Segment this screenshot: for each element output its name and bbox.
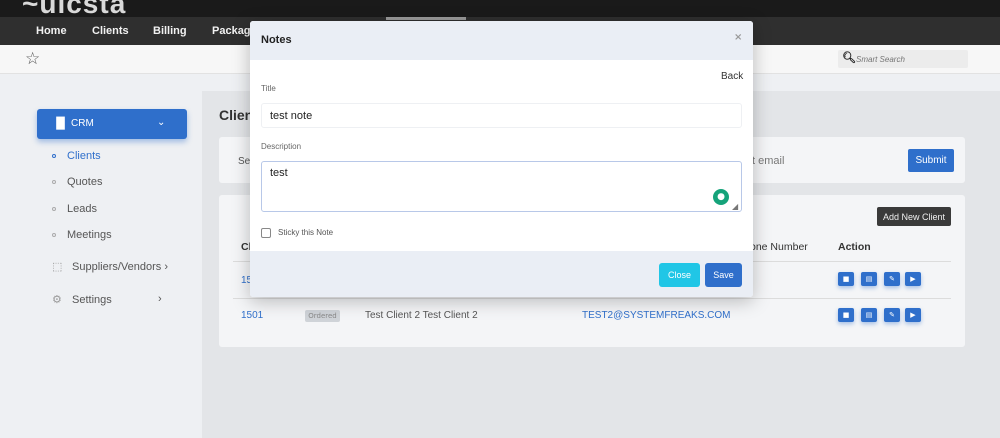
resize-handle-icon[interactable]: ◢ — [732, 202, 738, 211]
description-field[interactable]: test — [261, 161, 742, 212]
save-button[interactable]: Save — [705, 263, 742, 287]
modal-header: Notes × — [250, 21, 753, 60]
grammarly-icon[interactable]: ● — [713, 189, 729, 205]
description-label: Description — [261, 142, 302, 151]
modal-title: Notes — [261, 34, 292, 46]
sticky-label: Sticky this Note — [278, 228, 334, 237]
title-label: Title — [261, 84, 276, 93]
close-icon[interactable]: × — [734, 32, 742, 43]
close-button[interactable]: Close — [659, 263, 700, 287]
notes-modal: Notes × Back Title Description test ● ◢ … — [250, 21, 753, 297]
sticky-checkbox[interactable] — [261, 228, 271, 238]
title-field[interactable] — [261, 103, 742, 128]
back-link[interactable]: Back — [721, 71, 743, 82]
